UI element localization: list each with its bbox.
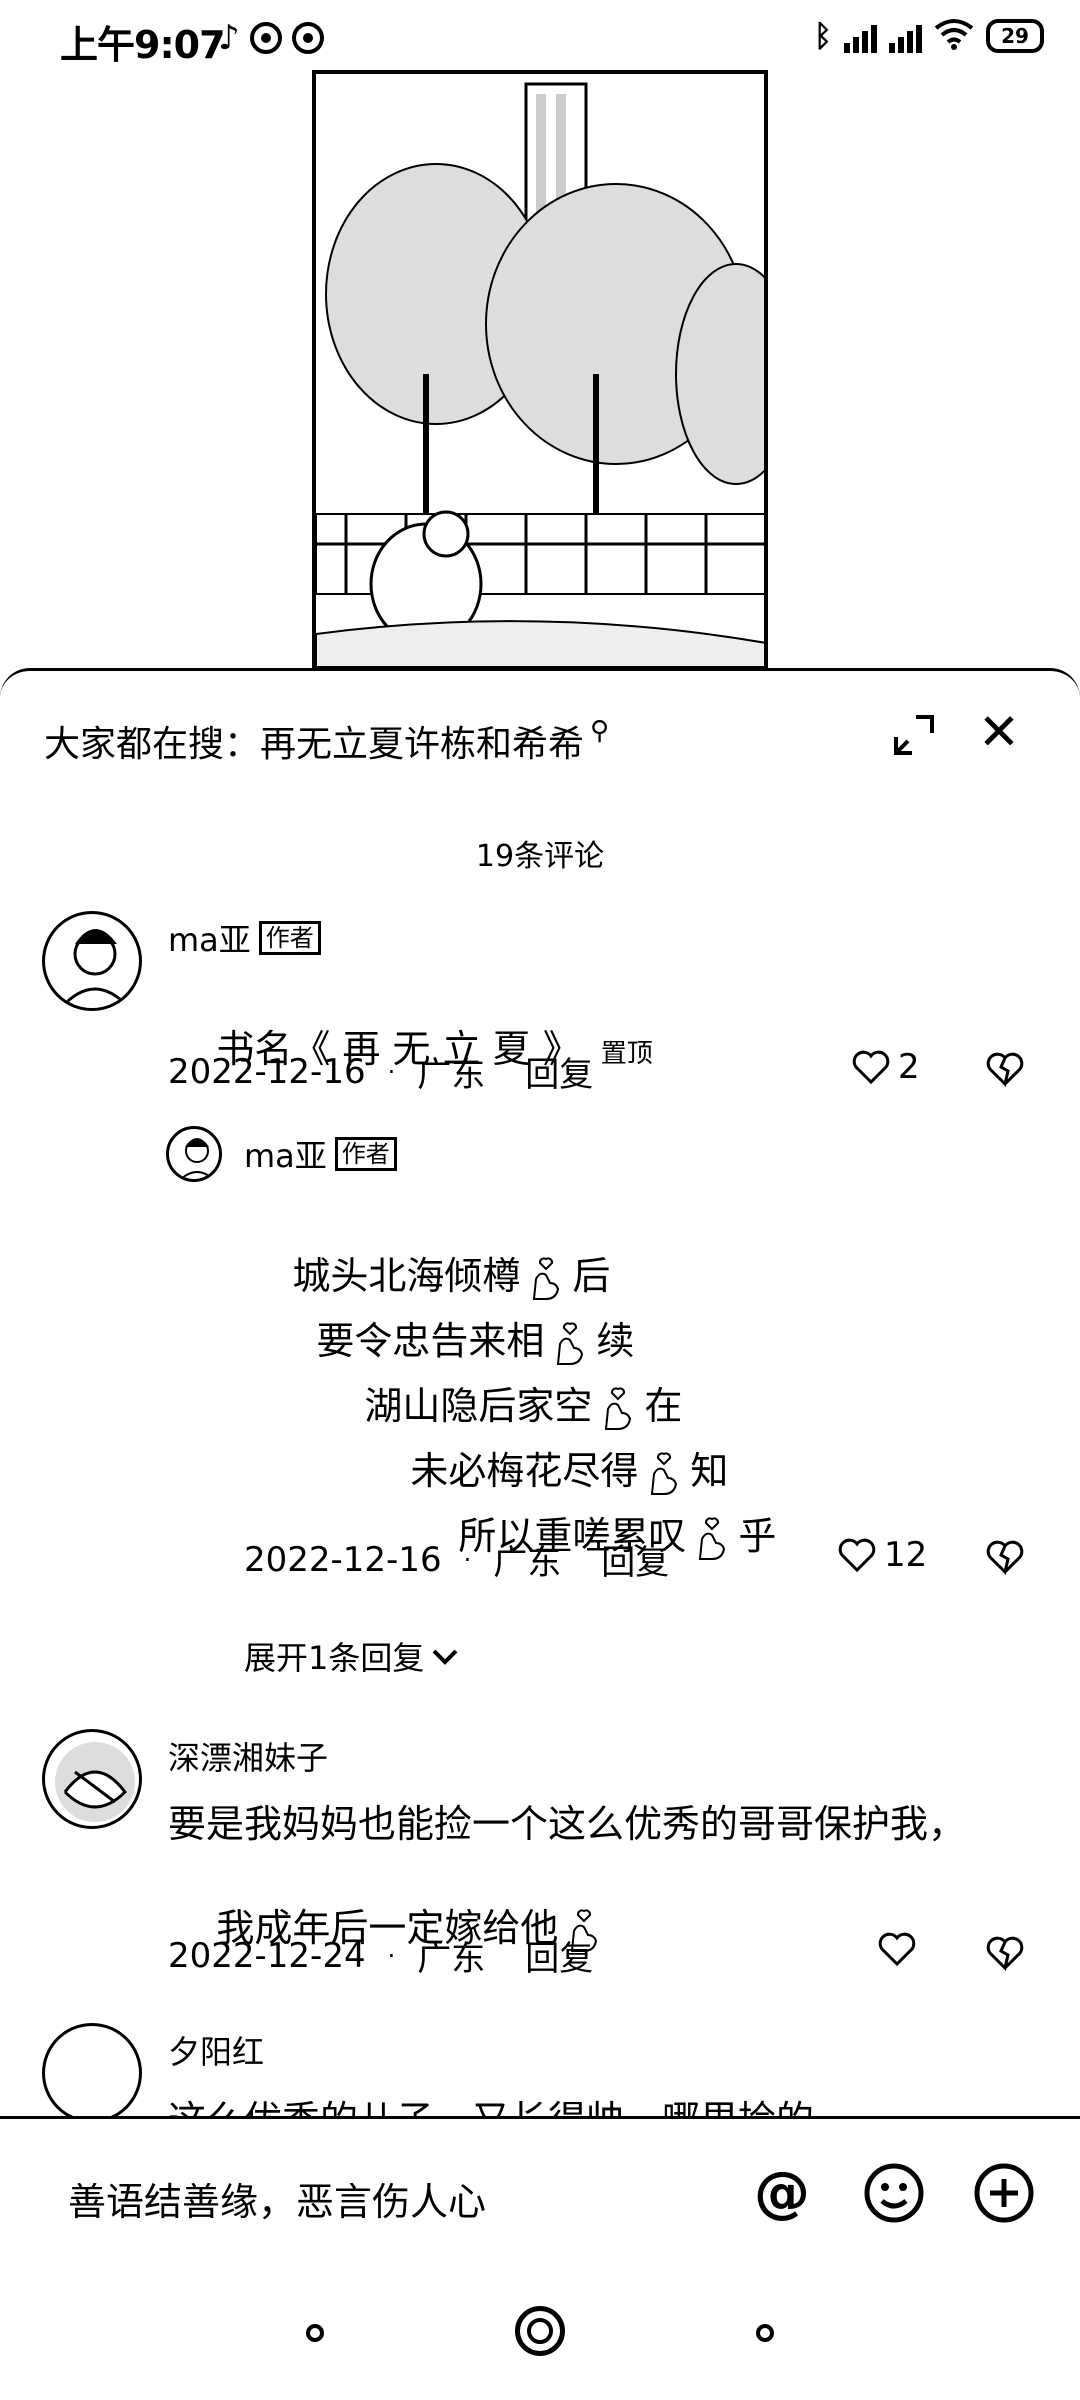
comment-input-bar: 善语结善缘，恶言伤人心 @ — [0, 2116, 1080, 2278]
comment-author-name[interactable]: ma亚 — [244, 1131, 327, 1177]
status-right-icons: ᛒ 29 — [814, 18, 1044, 54]
comment-author[interactable]: 夕阳红 — [168, 2027, 264, 2073]
author-badge: 作者 — [334, 1137, 397, 1171]
avatar[interactable] — [42, 911, 142, 1011]
broken-heart-icon — [986, 1936, 1024, 1971]
video-scene — [316, 74, 764, 666]
status-time: 上午9:07 — [60, 23, 226, 67]
comment-author-name[interactable]: 深漂湘妹子 — [168, 1733, 328, 1779]
comment-count: 19条评论 — [475, 839, 605, 874]
dislike-button[interactable] — [986, 1935, 1024, 1975]
close-icon[interactable]: ✕ — [978, 707, 1020, 757]
navigation-bar — [0, 2272, 1080, 2400]
like-button[interactable] — [878, 1931, 916, 1967]
comment-author-name[interactable]: ma亚 — [168, 915, 251, 961]
bluetooth-icon: ᛒ — [814, 18, 832, 54]
dislike-button[interactable] — [986, 1539, 1024, 1579]
reply-button[interactable]: 回复 — [601, 1535, 669, 1584]
comment-location: 广东 — [417, 1055, 486, 1095]
comment-meta: 2022-12-16 · 广东 回复 — [168, 1047, 593, 1096]
comment-author[interactable]: 深漂湘妹子 — [168, 1733, 328, 1779]
status-bar: 上午9:07 ♪ ᛒ 29 — [0, 0, 1080, 73]
dislike-button[interactable] — [986, 1051, 1024, 1091]
app-status-icon — [291, 22, 324, 54]
avatar[interactable] — [166, 1126, 222, 1182]
search-icon: ⚲ — [590, 716, 610, 746]
comment-author[interactable]: ma亚 作者 — [168, 915, 321, 961]
signal-icon-1 — [844, 19, 877, 53]
comment-text: 要是我妈妈也能捡一个这么优秀的哥哥保护我， — [168, 1802, 967, 1846]
wifi-icon — [934, 18, 974, 54]
comment-date: 2022-12-16 — [244, 1539, 442, 1580]
home-button[interactable] — [515, 2306, 565, 2356]
plus-icon[interactable] — [972, 2161, 1036, 2225]
avatar[interactable] — [42, 1729, 142, 1829]
like-button[interactable]: 12 — [838, 1535, 927, 1575]
comment-location: 广东 — [493, 1543, 562, 1583]
expand-replies-label: 展开1条回复 — [244, 1639, 425, 1677]
video-thumbnail[interactable] — [312, 70, 768, 670]
reply-button[interactable]: 回复 — [525, 1047, 593, 1096]
svg-text:@: @ — [754, 2161, 810, 2225]
broken-heart-icon — [986, 1052, 1024, 1087]
back-button[interactable] — [756, 2324, 774, 2342]
suggested-search-query[interactable]: 再无立夏许栋和希希 — [260, 715, 584, 767]
separator-dot: · — [387, 1057, 396, 1086]
avatar[interactable] — [42, 2023, 142, 2121]
heart-icon — [838, 1538, 876, 1573]
pinned-label: 置顶 — [600, 1039, 653, 1069]
comment-input[interactable]: 善语结善缘，恶言伤人心 — [68, 2171, 486, 2226]
at-icon[interactable]: @ — [750, 2160, 814, 2225]
smile-icon[interactable] — [862, 2161, 926, 2225]
comment-sheet: 大家都在搜： 再无立夏许栋和希希 ⚲ ✕ 19条评论 ma亚 作者 书名《 再 … — [0, 668, 1080, 2121]
tiktok-icon: ♪ — [218, 18, 240, 58]
suggested-search-prefix: 大家都在搜： — [44, 724, 261, 765]
comment-author[interactable]: ma亚 作者 — [244, 1131, 397, 1177]
comment-meta: 2022-12-24 · 广东 回复 — [168, 1931, 593, 1980]
poem-line-end: 乎 — [738, 1514, 777, 1558]
video-area[interactable] — [0, 70, 1080, 670]
status-left-icons: ♪ — [218, 18, 324, 58]
comment-location: 广东 — [417, 1939, 486, 1979]
like-count: 2 — [898, 1047, 920, 1087]
notification-icon — [249, 22, 282, 54]
battery-icon: 29 — [986, 19, 1044, 53]
separator-dot: · — [387, 1941, 396, 1970]
comment-date: 2022-12-16 — [168, 1051, 366, 1092]
chevron-down-icon — [430, 1637, 460, 1675]
separator-dot: · — [463, 1545, 472, 1574]
finger-heart-icon — [699, 1516, 726, 1560]
like-count: 12 — [884, 1535, 928, 1575]
expand-icon[interactable] — [890, 711, 938, 759]
suggested-search[interactable]: 大家都在搜： 再无立夏许栋和希希 ⚲ — [44, 715, 609, 767]
signal-icon-2 — [889, 19, 922, 53]
reply-button[interactable]: 回复 — [525, 1931, 593, 1980]
broken-heart-icon — [986, 1540, 1024, 1575]
recents-button[interactable] — [306, 2324, 324, 2342]
comment-meta: 2022-12-16 · 广东 回复 — [244, 1535, 669, 1584]
comment-author-name[interactable]: 夕阳红 — [168, 2027, 264, 2073]
heart-icon — [852, 1050, 890, 1085]
heart-icon — [878, 1932, 916, 1967]
comment-date: 2022-12-24 — [168, 1935, 366, 1976]
author-badge: 作者 — [258, 921, 321, 955]
like-button[interactable]: 2 — [852, 1047, 920, 1087]
expand-replies-button[interactable]: 展开1条回复 — [244, 1633, 460, 1679]
